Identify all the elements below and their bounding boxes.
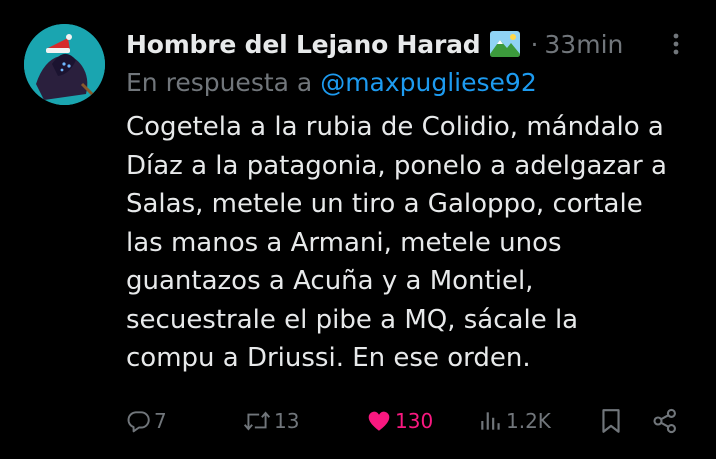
bookmark-button[interactable] bbox=[598, 403, 624, 439]
action-bar: 7 13 130 1.2K bbox=[126, 403, 686, 439]
tweet-header: Hombre del Lejano Harad · 33min bbox=[126, 27, 688, 61]
bookmark-icon bbox=[598, 407, 624, 435]
repost-count: 13 bbox=[274, 409, 300, 433]
share-icon bbox=[651, 407, 679, 435]
avatar[interactable] bbox=[24, 24, 105, 105]
like-count: 130 bbox=[395, 409, 434, 433]
share-button[interactable] bbox=[651, 403, 679, 439]
like-button[interactable]: 130 bbox=[365, 403, 433, 439]
landscape-emoji-icon bbox=[489, 30, 521, 58]
more-vertical-icon[interactable] bbox=[664, 30, 688, 58]
reply-count: 7 bbox=[154, 409, 167, 433]
reply-prefix: En respuesta a bbox=[126, 68, 313, 97]
tweet: Hombre del Lejano Harad · 33min En respu… bbox=[0, 0, 716, 459]
display-name[interactable]: Hombre del Lejano Harad bbox=[126, 30, 481, 59]
repost-icon bbox=[242, 408, 272, 434]
reply-icon bbox=[126, 408, 152, 434]
separator-dot: · bbox=[530, 29, 539, 59]
heart-filled-icon bbox=[365, 408, 393, 434]
reply-context: En respuesta a @maxpugliese92 bbox=[126, 68, 537, 97]
tweet-text: Cogetela a la rubia de Colidio, mándalo … bbox=[126, 112, 667, 373]
views-icon bbox=[478, 408, 504, 434]
views-button[interactable]: 1.2K bbox=[478, 403, 551, 439]
views-count: 1.2K bbox=[506, 409, 551, 433]
reply-handle-link[interactable]: @maxpugliese92 bbox=[320, 68, 537, 97]
timestamp[interactable]: 33min bbox=[544, 30, 623, 59]
repost-button[interactable]: 13 bbox=[242, 403, 299, 439]
reply-button[interactable]: 7 bbox=[126, 403, 167, 439]
